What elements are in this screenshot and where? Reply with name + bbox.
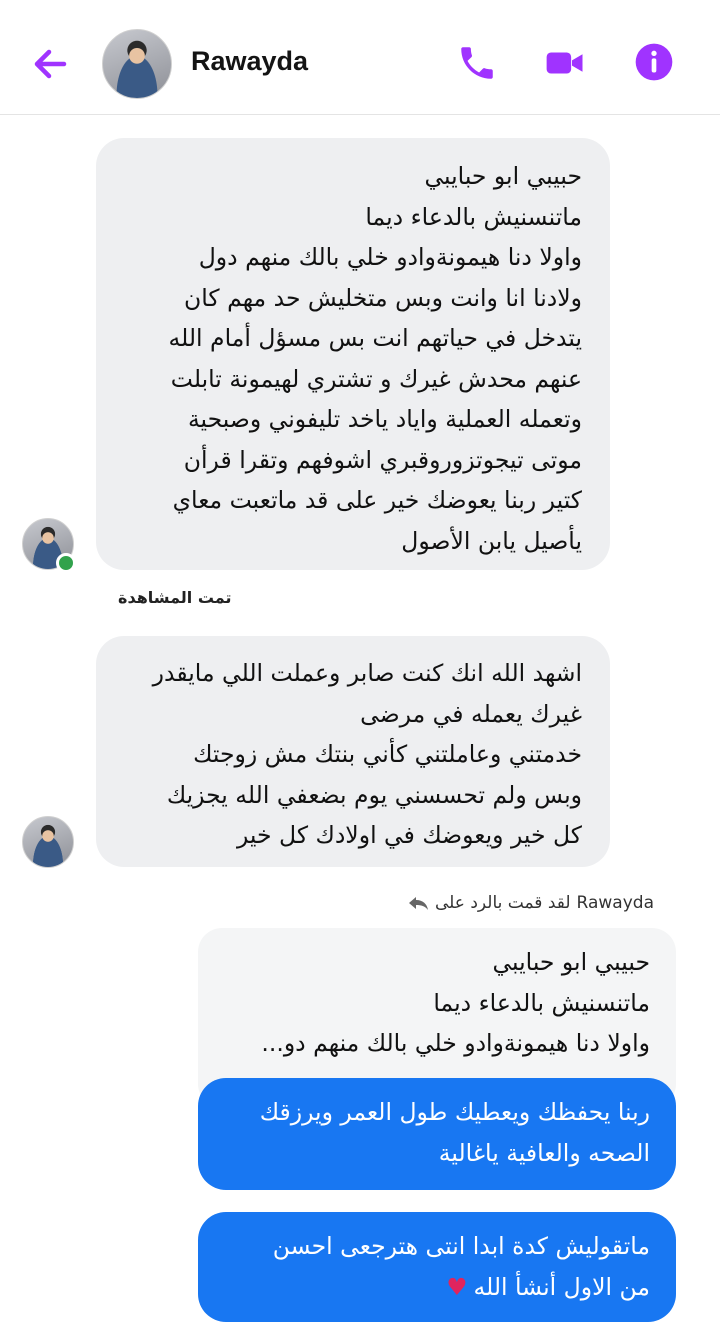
sender-avatar: [22, 816, 74, 868]
call-button[interactable]: [456, 42, 498, 84]
message-line: ولادنا انا وانت وبس متخليش حد مهم كان: [184, 283, 582, 312]
video-call-button[interactable]: [543, 42, 585, 84]
message-line: وبس ولم تحسسني يوم بضعفي الله يجزيك: [166, 780, 582, 809]
message-line: كل خير ويعوضك في اولادك كل خير: [236, 821, 582, 849]
reply-context: Rawayda لقد قمت بالرد على: [407, 893, 654, 913]
message-line: ربنا يحفظك ويعطيك طول العمر ويرزقك: [259, 1098, 650, 1126]
chat-header: Rawayda: [0, 12, 720, 115]
message-line: يأصيل يابن الأصول: [401, 526, 582, 555]
contact-avatar[interactable]: [102, 29, 172, 99]
message-line: واولا دنا هيمونةوادو خلي بالك منهم دو...: [261, 1029, 650, 1057]
message-line: يتدخل في حياتهم انت بس مسؤل أمام الله: [168, 324, 583, 352]
reply-arrow-icon: [409, 897, 428, 910]
message-line: غيرك يعمله في مرضى: [360, 699, 582, 728]
message-line: حبيبي ابو حبايبي: [424, 162, 582, 190]
message-line: واولا دنا هيمونةوادو خلي بالك منهم دول: [198, 243, 582, 271]
outgoing-message[interactable]: ماتقوليش كدة ابدا انتى هترجعى احسن من الا…: [198, 1212, 676, 1322]
status-bar: [0, 0, 720, 12]
message-line: ماتنسنيش بالدعاء ديما: [433, 988, 650, 1017]
message-line: عنهم محدش غيرك و تشتري لهيمونة تابلت: [170, 364, 582, 393]
reply-label: لقد قمت بالرد على: [435, 893, 571, 913]
info-button[interactable]: [634, 42, 676, 84]
message-line: الصحه والعافية ياغالية: [438, 1138, 650, 1167]
incoming-message[interactable]: اشهد الله انك كنت صابر وعملت اللي مايقدر…: [96, 636, 610, 867]
reply-contact-name: Rawayda: [576, 893, 654, 913]
incoming-message[interactable]: حبيبي ابو حبايبي ماتنسنيش بالدعاء ديما واو…: [96, 138, 610, 570]
message-line: ماتقوليش كدة ابدا انتى هترجعى احسن: [272, 1232, 650, 1260]
arrow-left-icon: [34, 49, 67, 79]
info-icon: [635, 43, 673, 81]
online-status-dot: [56, 553, 76, 573]
message-line: خدمتني وعاملتني كأني بنتك مش زوجتك: [193, 740, 582, 768]
outgoing-message[interactable]: ربنا يحفظك ويعطيك طول العمر ويرزقك الصحه …: [198, 1078, 676, 1190]
message-line: وتعمله العملية واياد ياخد تليفوني وصبحية: [187, 405, 582, 433]
phone-icon: [461, 47, 493, 79]
video-camera-icon: [546, 52, 583, 74]
contact-name[interactable]: Rawayda: [191, 46, 308, 77]
message-line: موتى تيجوتزوروقبري اشوفهم وتقرا قرأن: [183, 445, 582, 474]
message-line: حبيبي ابو حبايبي: [492, 948, 650, 976]
heart-emoji-icon: ♥: [446, 1272, 468, 1301]
message-line: اشهد الله انك كنت صابر وعملت اللي مايقدر: [152, 659, 582, 687]
message-line: ماتنسنيش بالدعاء ديما: [365, 202, 582, 231]
seen-label: تمت المشاهدة: [118, 588, 232, 607]
message-line: كتير ربنا يعوضك خير على قد ماتعبت معاي: [172, 486, 582, 514]
message-line: من الاول أنشأ الله♥: [216, 1267, 650, 1308]
back-button[interactable]: [30, 44, 70, 84]
